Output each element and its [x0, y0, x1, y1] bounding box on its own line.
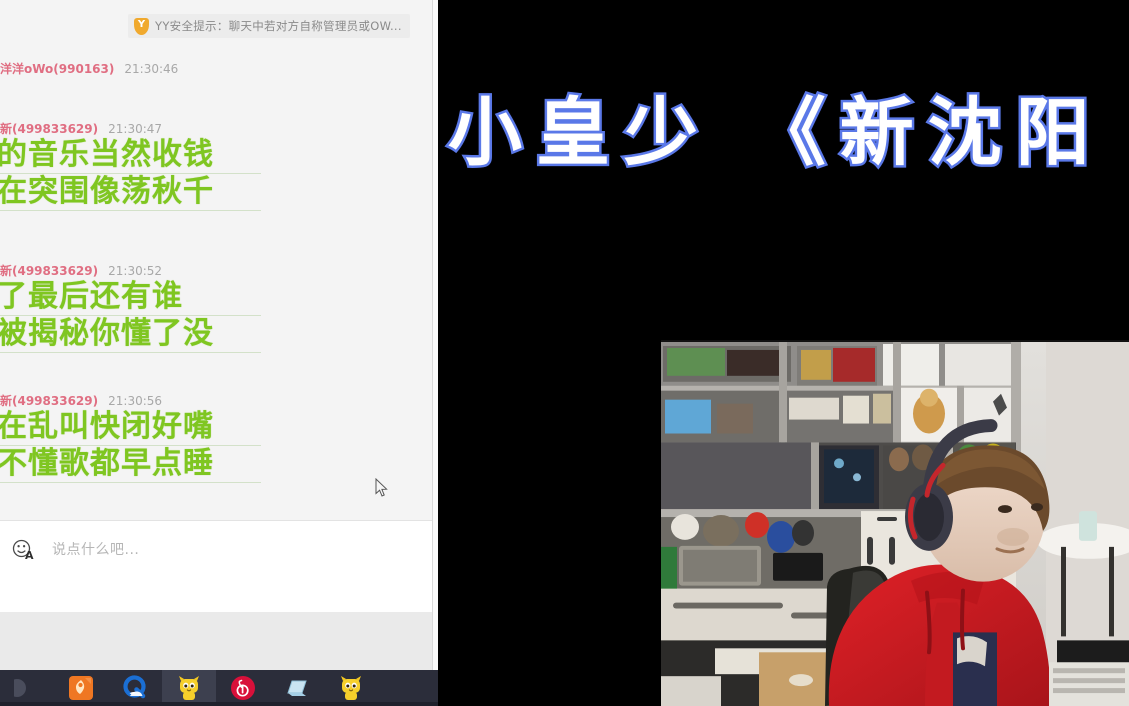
taskbar-item-yy-active[interactable] [162, 670, 216, 706]
windows-taskbar[interactable] [0, 670, 438, 706]
chat-toolbar-strip [0, 612, 438, 670]
message-nickname[interactable]: 新(499833629) [0, 392, 98, 409]
message-text-line: 奏在突围像荡秋千 [0, 174, 261, 211]
taskbar-item-partial-circle[interactable] [0, 670, 54, 706]
message-text-line: 鸨在乱叫快闭好嘴 [0, 409, 261, 446]
chat-message: 新(499833629) 21:30:52 到了最后还有谁 案被揭秘你懂了没 [0, 262, 438, 353]
message-header: 新(499833629) 21:30:52 [0, 262, 438, 279]
chat-input-bar[interactable]: A 说点什么吧... [0, 520, 438, 612]
taskbar-item-netease-music[interactable] [216, 670, 270, 706]
safety-notice-banner: Y YY安全提示：聊天中若对方自称管理员或OW... [128, 14, 410, 38]
shield-letter: Y [137, 19, 146, 30]
message-timestamp: 21:30:56 [108, 394, 163, 408]
message-timestamp: 21:30:46 [124, 62, 179, 76]
message-text-line: 们的音乐当然收钱 [0, 137, 261, 174]
screen-root: Y YY安全提示：聊天中若对方自称管理员或OW... 洋洋oWo(990163)… [0, 0, 1129, 706]
message-nickname[interactable]: 新(499833629) [0, 262, 98, 279]
message-text-line: 案被揭秘你懂了没 [0, 316, 261, 353]
webcam-image [661, 342, 1129, 706]
message-nickname[interactable]: 洋洋oWo(990163) [0, 60, 114, 77]
message-text-line: 到了最后还有谁 [0, 279, 261, 316]
message-nickname[interactable]: 新(499833629) [0, 120, 98, 137]
safety-notice-text: YY安全提示：聊天中若对方自称管理员或OW... [155, 19, 402, 33]
message-header: 洋洋oWo(990163) 21:30:46 [0, 60, 438, 77]
chat-message: 新(499833629) 21:30:47 们的音乐当然收钱 奏在突围像荡秋千 [0, 120, 438, 211]
chat-message-list[interactable]: Y YY安全提示：聊天中若对方自称管理员或OW... 洋洋oWo(990163)… [0, 0, 438, 520]
taskbar-item-yy-second[interactable] [324, 670, 378, 706]
taskbar-underline [0, 702, 438, 706]
svg-text:A: A [25, 549, 34, 561]
taskbar-item-orange-app[interactable] [54, 670, 108, 706]
stream-overlay-title: 小皇少 《新沈阳 [446, 90, 1104, 176]
mouse-pointer-icon [375, 477, 388, 497]
taskbar-item-qq-browser[interactable] [108, 670, 162, 706]
message-timestamp: 21:30:52 [108, 264, 163, 278]
message-header: 新(499833629) 21:30:47 [0, 120, 438, 137]
streamer-webcam-feed[interactable] [661, 340, 1129, 706]
chat-text-input[interactable]: 说点什么吧... [52, 539, 139, 559]
taskbar-item-blue-folder[interactable] [270, 670, 324, 706]
stream-stage: 小皇少 《新沈阳 [438, 0, 1129, 706]
message-timestamp: 21:30:47 [108, 122, 163, 136]
yy-chat-window: Y YY安全提示：聊天中若对方自称管理员或OW... 洋洋oWo(990163)… [0, 0, 438, 670]
message-text-line: 哥不懂歌都早点睡 [0, 446, 261, 483]
message-header: 新(499833629) 21:30:56 [0, 392, 438, 409]
chat-message: 洋洋oWo(990163) 21:30:46 [0, 60, 438, 77]
emoji-font-icon[interactable]: A [12, 539, 34, 562]
shield-icon: Y [134, 17, 149, 35]
chat-message: 新(499833629) 21:30:56 鸨在乱叫快闭好嘴 哥不懂歌都早点睡 [0, 392, 438, 483]
